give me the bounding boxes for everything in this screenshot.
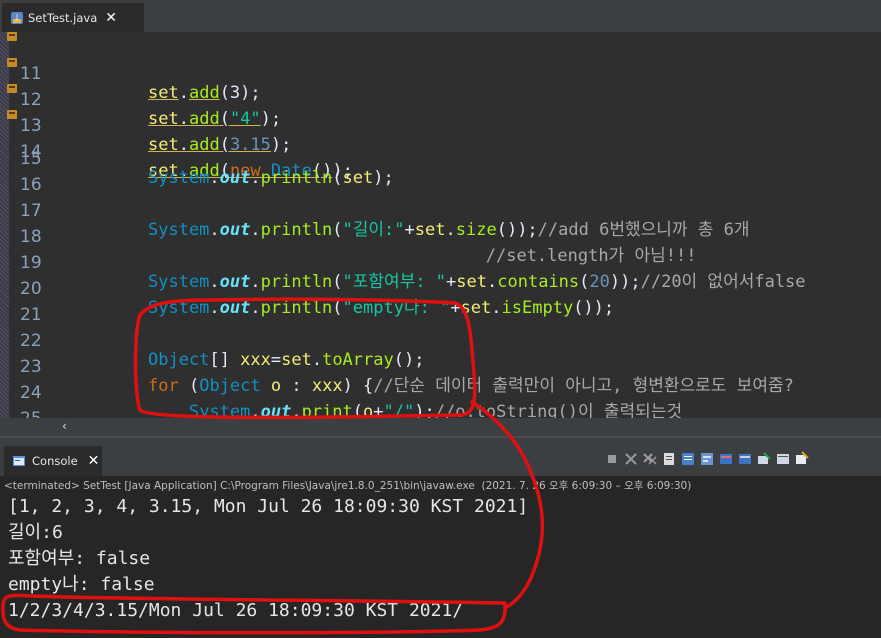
code-line: 24 System.out.print(o+"/");//o.toString(… [0, 361, 881, 418]
code-line: 14 set.add(new Date()); [0, 101, 881, 181]
show-console-stderr-icon[interactable] [737, 451, 753, 467]
code-line: 11 set.add(3); [0, 32, 881, 103]
console-output-line: 포함여부: false [8, 548, 151, 569]
tab-settest-java[interactable]: J SetTest.java ✕ [2, 3, 144, 32]
console-icon [13, 456, 25, 466]
console-toolbar [604, 450, 810, 468]
code-line: 23 for (Object o : xxx) {//단순 데이터 출력만이 아… [0, 335, 881, 396]
display-selected-console-icon[interactable] [775, 451, 791, 467]
warning-marker-icon [7, 58, 17, 67]
console-tab-label: Console [32, 454, 78, 468]
close-icon[interactable]: ✕ [88, 453, 100, 469]
code-line: 20 System.out.println("empty나: "+set.isE… [0, 257, 881, 318]
code-line: 22 Object[] xxx=set.toArray(); [0, 309, 881, 370]
terminate-icon[interactable] [604, 451, 620, 467]
code-line: 18 //set.length가 아님!!! [0, 205, 881, 266]
console-output-area[interactable]: <terminated> SetTest [Java Application] … [0, 476, 881, 638]
console-output-line: 1/2/3/4/3.15/Mon Jul 26 18:09:30 KST 202… [8, 600, 464, 621]
tab-console[interactable]: Console ✕ [4, 446, 102, 476]
code-line: 17 System.out.println("길이:"+set.size());… [0, 179, 881, 240]
clear-console-icon[interactable] [661, 451, 677, 467]
console-output-line: empty나: false [8, 574, 155, 595]
code-line: 15 System.out.println(set); [0, 127, 881, 188]
horizontal-scrollbar[interactable] [0, 418, 881, 436]
code-line: 25 } [0, 387, 881, 418]
code-line: 12 set.add("4"); [0, 49, 881, 129]
scroll-left-icon[interactable]: ‹ [62, 419, 67, 433]
remove-all-terminated-icon[interactable] [642, 451, 658, 467]
console-status-line: <terminated> SetTest [Java Application] … [4, 480, 692, 492]
word-wrap-icon[interactable] [699, 451, 715, 467]
code-line: 16 [0, 153, 881, 195]
open-console-icon[interactable] [794, 451, 810, 467]
java-file-icon: J [11, 11, 23, 24]
svg-text:J: J [15, 13, 18, 21]
console-tab-bar: Console ✕ [0, 436, 881, 476]
editor-tab-bar: J SetTest.java ✕ [0, 0, 881, 32]
console-output-line: 길이:6 [8, 522, 63, 543]
line-number: 25 [20, 406, 44, 418]
show-console-stdout-icon[interactable] [718, 451, 734, 467]
console-output-line: [1, 2, 3, 4, 3.15, Mon Jul 26 18:09:30 K… [8, 496, 529, 517]
scroll-lock-icon[interactable] [680, 451, 696, 467]
code-editor[interactable]: 11 set.add(3); 12 set.add("4"); 13 set.a… [0, 32, 881, 418]
remove-launch-icon[interactable] [623, 451, 639, 467]
warning-marker-icon [7, 32, 17, 41]
pin-console-icon[interactable] [756, 451, 772, 467]
warning-marker-icon [7, 110, 17, 119]
code-line: 19 System.out.println("포함여부: "+set.conta… [0, 231, 881, 292]
warning-marker-icon [7, 84, 17, 93]
code-line: 21 [0, 283, 881, 325]
close-icon[interactable]: ✕ [105, 10, 117, 26]
tab-label: SetTest.java [28, 10, 98, 25]
code-line: 13 set.add(3.15); [0, 75, 881, 155]
